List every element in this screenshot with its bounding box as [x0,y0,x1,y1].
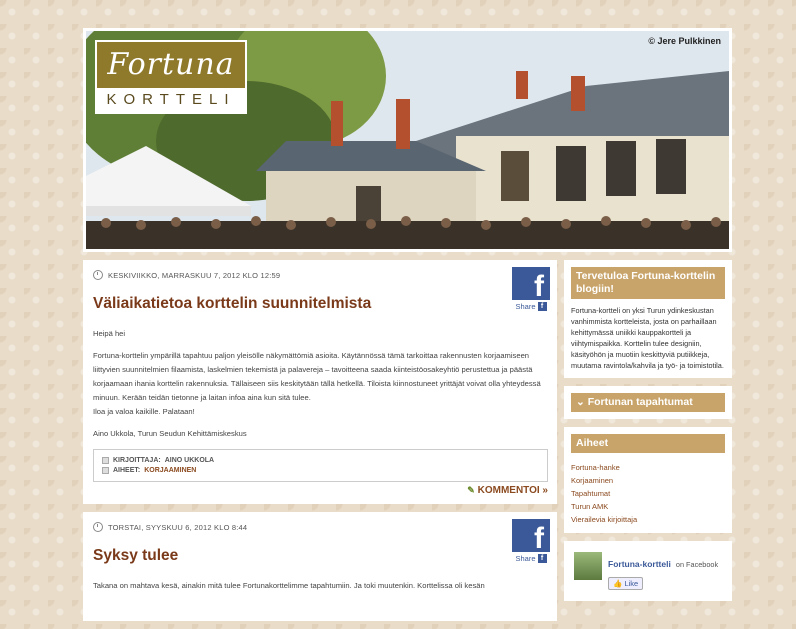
post-author-row: KIRJOITTAJA: AINO UKKOLA [102,457,539,464]
page-frame: © Jere Pulkkinen Fortuna KORTTELI KESKIV… [83,28,732,621]
post-date-text: TORSTAI, SYYSKUU 6, 2012 KLO 8:44 [108,522,248,532]
post-paragraph: Aino Ukkola, Turun Seudun Kehittämiskesk… [93,429,247,438]
logo-script: Fortuna [97,42,245,88]
post-paragraph: Heipä hei [93,329,126,338]
post-meta: KIRJOITTAJA: AINO UKKOLA AIHEET: KORJAAM… [93,449,548,482]
fortuna-logo[interactable]: Fortuna KORTTELI [95,40,247,114]
photo-copyright: © Jere Pulkkinen [648,36,721,46]
welcome-title: Tervetuloa Fortuna-korttelin blogiin! [571,267,725,299]
events-widget: ⌄ Fortunan tapahtumat [564,386,732,419]
facebook-like-button[interactable]: 👍 Like [608,577,644,590]
facebook-icon[interactable]: f [512,267,550,300]
topics-title: Aiheet [571,434,725,453]
facebook-page-name[interactable]: Fortuna-kortteli [608,559,671,569]
topic-link[interactable]: Fortuna-hanke [571,461,725,474]
facebook-share-widget[interactable]: f Share f [512,519,550,563]
comment-link-text[interactable]: KOMMENTOI » [478,485,548,496]
post-date: TORSTAI, SYYSKUU 6, 2012 KLO 8:44 [93,522,548,532]
topics-list: Fortuna-hanke Korjaaminen Tapahtumat Tur… [571,461,725,526]
blog-post: KESKIVIIKKO, MARRASKUU 7, 2012 KLO 12:59… [83,260,557,504]
post-title[interactable]: Väliaikatietoa korttelin suunnitelmista [93,295,548,313]
events-title[interactable]: ⌄ Fortunan tapahtumat [571,393,725,412]
author-name: AINO UKKOLA [164,457,215,464]
post-date-text: KESKIVIIKKO, MARRASKUU 7, 2012 KLO 12:59 [108,270,281,280]
facebook-share-widget[interactable]: f Share f [512,267,550,311]
comment-link[interactable]: ✎ KOMMENTOI » [93,485,548,496]
main-column: KESKIVIIKKO, MARRASKUU 7, 2012 KLO 12:59… [83,260,557,629]
thumbs-up-icon: 👍 [613,579,623,588]
author-label: KIRJOITTAJA: [113,457,161,464]
logo-caps: KORTTELI [106,91,236,108]
facebook-mini-icon: f [537,554,547,563]
facebook-like-widget: Fortuna-kortteli on Facebook 👍 Like [564,541,732,601]
folder-icon [102,467,109,474]
clock-icon [93,270,103,280]
blog-post: TORSTAI, SYYSKUU 6, 2012 KLO 8:44 f Shar… [83,512,557,621]
person-icon [102,457,109,464]
post-tags-row: AIHEET: KORJAAMINEN [102,467,539,474]
chevron-down-icon[interactable]: ⌄ [576,396,585,408]
share-label[interactable]: Share [515,302,535,311]
topic-link[interactable]: Korjaaminen [571,474,725,487]
facebook-page-thumbnail[interactable] [574,552,602,580]
post-body: Takana on mahtava kesä, ainakin mitä tul… [93,579,548,593]
tag-link[interactable]: KORJAAMINEN [144,467,196,474]
share-label[interactable]: Share [515,554,535,563]
comment-icon: ✎ [467,485,475,495]
clock-icon [93,522,103,532]
post-title[interactable]: Syksy tulee [93,547,548,565]
post-date: KESKIVIIKKO, MARRASKUU 7, 2012 KLO 12:59 [93,270,548,280]
sidebar: Tervetuloa Fortuna-korttelin blogiin! Fo… [564,260,732,609]
welcome-widget: Tervetuloa Fortuna-korttelin blogiin! Fo… [564,260,732,378]
topic-link[interactable]: Vierailevia kirjoittaja [571,513,725,526]
post-paragraph: Takana on mahtava kesä, ainakin mitä tul… [93,581,485,590]
events-title-text[interactable]: Fortunan tapahtumat [588,396,693,408]
like-label[interactable]: Like [624,579,638,588]
facebook-mini-icon: f [537,302,547,311]
topics-widget: Aiheet Fortuna-hanke Korjaaminen Tapahtu… [564,427,732,533]
post-paragraph: Fortuna-korttelin ympärillä tapahtuu pal… [93,351,541,416]
post-body: Heipä hei Fortuna-korttelin ympärillä ta… [93,327,548,441]
facebook-icon[interactable]: f [512,519,550,552]
blog-header: © Jere Pulkkinen Fortuna KORTTELI [83,28,732,252]
topic-link[interactable]: Turun AMK [571,500,725,513]
facebook-on-label: on Facebook [675,560,719,569]
topic-link[interactable]: Tapahtumat [571,487,725,500]
welcome-text: Fortuna-kortteli on yksi Turun ydinkesku… [571,306,724,370]
tags-label: AIHEET: [113,467,141,474]
